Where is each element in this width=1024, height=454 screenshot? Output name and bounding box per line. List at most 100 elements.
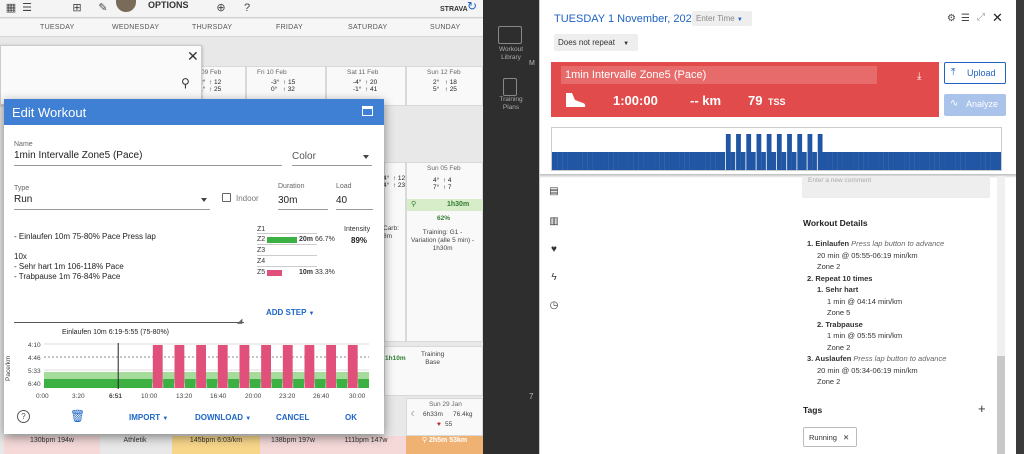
- expand-icon[interactable]: ⤢: [977, 12, 985, 23]
- workout-detail-line: 2. Trabpause: [817, 320, 863, 329]
- profile-bar: [766, 134, 772, 170]
- load-label: Load: [336, 183, 352, 190]
- day-cell-sun-4[interactable]: Sun 29 Jan ☾ 6h33m 76.4kg ♥ 55: [406, 398, 483, 436]
- x-tick: 20:00: [245, 393, 262, 400]
- list-view-icon[interactable]: ☰: [20, 1, 34, 15]
- workout-details-title: Workout Details: [803, 218, 868, 228]
- lightning-icon[interactable]: ϟ: [548, 272, 560, 284]
- scrollbar-thumb[interactable]: [997, 356, 1005, 454]
- profile-bar: [898, 152, 905, 170]
- import-button[interactable]: IMPORT ▼: [129, 413, 168, 422]
- profile-bar: [883, 152, 889, 170]
- workout-duration: 1h10m: [385, 355, 406, 362]
- menu-icon[interactable]: ☰: [961, 13, 970, 24]
- profile-bar: [669, 152, 675, 170]
- day-cell-sat-2[interactable]: 4° ↑ 12 4° ↑ 23 Carb: 8m: [383, 162, 406, 342]
- grid-view-icon[interactable]: ▦: [4, 1, 18, 15]
- options-menu[interactable]: OPTIONS: [148, 0, 189, 10]
- workout-title-input[interactable]: 1min Intervalle Zone5 (Pace): [561, 66, 877, 84]
- indoor-checkbox[interactable]: [222, 193, 231, 202]
- time-input[interactable]: Enter Time ▼: [692, 11, 752, 26]
- download-button[interactable]: DOWNLOAD ▼: [195, 413, 251, 422]
- close-icon[interactable]: ✕: [992, 10, 1003, 26]
- profile-bar: [949, 152, 956, 170]
- profile-bar: [659, 152, 665, 170]
- add-step-button[interactable]: ADD STEP ▼: [266, 308, 315, 317]
- y-tick: 4:46: [28, 355, 41, 362]
- profile-bar: [837, 152, 843, 170]
- search-icon[interactable]: ⚲: [181, 76, 190, 90]
- avatar[interactable]: [116, 0, 136, 12]
- training-plans-link[interactable]: Training Plans: [485, 96, 537, 112]
- workout-date[interactable]: TUESDAY 1 November, 2022: [554, 13, 698, 25]
- ok-button[interactable]: OK: [345, 413, 357, 422]
- profile-bar: [557, 152, 563, 170]
- resize-handle-icon[interactable]: ◢: [237, 317, 242, 325]
- add-icon[interactable]: ⊞: [70, 1, 84, 15]
- analyze-label: Analyze: [966, 99, 999, 109]
- document-icon[interactable]: ▤: [548, 186, 560, 198]
- analyze-button[interactable]: ∿ Analyze: [944, 94, 1006, 116]
- x-tick: 23:20: [279, 393, 296, 400]
- tag-chip[interactable]: Running ✕: [803, 427, 857, 447]
- profile-bar: [756, 134, 762, 170]
- planned-duration[interactable]: 1:00:00: [613, 93, 658, 108]
- duration-input[interactable]: 30m: [278, 195, 297, 206]
- download-icon[interactable]: ⤓: [917, 71, 921, 82]
- workout-detail-line: 3. Auslaufen Press lap button to advance: [807, 354, 946, 363]
- strava-label[interactable]: STRAVA: [440, 6, 468, 13]
- chart-step-z5: [261, 345, 271, 388]
- day-thursday: THURSDAY: [192, 24, 233, 31]
- help-icon[interactable]: ?: [17, 410, 30, 423]
- gear-icon[interactable]: ⚙: [947, 13, 956, 24]
- type-select[interactable]: Run: [14, 194, 32, 205]
- profile-bar: [893, 152, 900, 170]
- color-underline: [292, 165, 372, 166]
- chart-step-z5: [217, 345, 228, 388]
- maximize-icon[interactable]: [362, 106, 373, 116]
- profile-bar: [715, 152, 721, 170]
- clock-icon[interactable]: ◷: [548, 300, 560, 312]
- day-cell-sun[interactable]: Sun 12 Feb 2° ↑ 18 5° ↑ 25: [406, 66, 483, 106]
- day-cell-week3[interactable]: 1h10m Training Base: [384, 346, 483, 396]
- edit-icon[interactable]: ✎: [96, 1, 110, 15]
- help-icon[interactable]: ?: [240, 1, 254, 15]
- chevron-down-icon: ▼: [623, 41, 630, 47]
- download-label: DOWNLOAD: [195, 413, 243, 422]
- profile-bar: [587, 152, 593, 170]
- planned-tss[interactable]: 79: [748, 93, 762, 108]
- profile-bar: [995, 152, 1001, 170]
- workout-profile-chart[interactable]: [551, 127, 1002, 171]
- workout-library-icon[interactable]: [498, 26, 522, 44]
- add-circle-icon[interactable]: ⊕: [214, 1, 228, 15]
- load-input[interactable]: 40: [336, 195, 347, 206]
- cancel-button[interactable]: CANCEL: [276, 413, 309, 422]
- repeat-select[interactable]: Does not repeat ▼: [554, 34, 638, 51]
- profile-bar: [745, 134, 752, 170]
- workout-pace-chart[interactable]: [44, 343, 369, 389]
- heart-icon[interactable]: ♥: [548, 244, 560, 256]
- day-cell-sun-2[interactable]: Sun 05 Feb 4° ↑ 4 7° ↑ 7 ⚲ 1h30m 62% Tra…: [406, 162, 483, 342]
- workout-description-textarea[interactable]: - Einlaufen 10m 75-80% Pace Press lap 10…: [14, 232, 246, 282]
- day-date: Sat 11 Feb: [347, 69, 379, 76]
- bike-icon: ⚲: [421, 437, 429, 444]
- planned-distance[interactable]: -- km: [690, 93, 721, 108]
- upload-button[interactable]: ⤒ Upload: [944, 62, 1006, 84]
- tss-unit: TSS: [768, 97, 786, 107]
- add-tag-icon[interactable]: +: [978, 401, 986, 416]
- ride-summary[interactable]: ⚲ 2h5m 53km: [406, 436, 483, 454]
- workout-detail-line: 20 min @ 05:34-06:19 min/km: [817, 366, 918, 375]
- profile-bar: [694, 152, 701, 170]
- profile-bar: [791, 152, 798, 170]
- remove-tag-icon[interactable]: ✕: [843, 433, 849, 442]
- training-plans-icon[interactable]: [503, 78, 517, 96]
- chevron-down-icon: ▼: [308, 311, 315, 317]
- workout-summary[interactable]: ⚲ 1h30m: [407, 199, 483, 211]
- profile-bar: [608, 152, 614, 170]
- name-input[interactable]: 1min Intervalle Zone5 (Pace): [14, 150, 142, 161]
- close-icon[interactable]: ✕: [187, 48, 199, 65]
- color-select[interactable]: Color: [292, 151, 316, 162]
- refresh-icon[interactable]: ↻: [465, 0, 479, 13]
- bar-chart-icon[interactable]: ▥: [548, 216, 560, 228]
- delete-icon[interactable]: 🗑: [70, 409, 85, 423]
